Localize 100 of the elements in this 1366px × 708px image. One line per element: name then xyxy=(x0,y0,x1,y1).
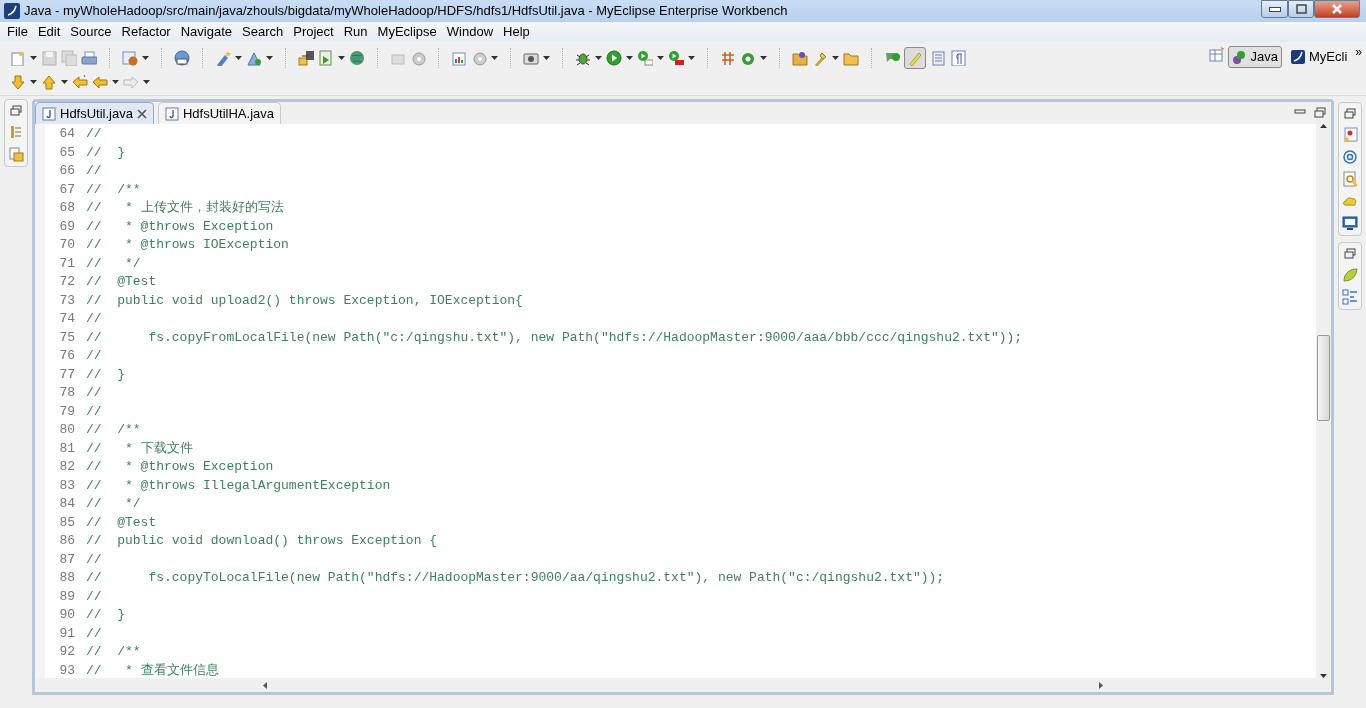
restore-icon[interactable] xyxy=(1343,247,1357,261)
scroll-left-icon[interactable] xyxy=(263,681,267,689)
restore-icon[interactable] xyxy=(9,104,23,118)
code-line: // xyxy=(85,162,102,180)
maximize-button[interactable] xyxy=(1288,0,1314,18)
caret-icon[interactable] xyxy=(143,80,150,84)
caret-icon[interactable] xyxy=(626,56,633,60)
perspective-button[interactable]: MyEcli xyxy=(1286,46,1352,68)
close-icon[interactable] xyxy=(136,108,147,119)
code-line: // * 查看文件信息 xyxy=(85,661,219,678)
open-perspective-icon[interactable] xyxy=(1207,46,1224,62)
line-number: 71 xyxy=(58,254,76,273)
menu-item[interactable]: Project xyxy=(288,23,339,41)
highlight-icon xyxy=(907,50,923,66)
run-stop-icon[interactable] xyxy=(668,50,684,66)
caret-icon[interactable] xyxy=(657,56,664,60)
folder-icon[interactable] xyxy=(792,50,808,66)
chart-icon[interactable] xyxy=(451,50,467,66)
menu-item[interactable]: File xyxy=(2,23,33,41)
line-number: 85 xyxy=(58,513,76,532)
horizontal-scrollbar[interactable] xyxy=(35,678,1331,692)
code-line: // fs.copyToLocalFile(new Path("hdfs://HadoopMaster:9000/aa/qingshu2.txt"), new Path("c:/qingshu2.txt")); xyxy=(85,569,945,587)
run-icon[interactable] xyxy=(606,50,622,66)
globe-icon[interactable] xyxy=(349,50,365,66)
problems-icon[interactable] xyxy=(1342,127,1358,143)
scroll-right-icon[interactable] xyxy=(1099,681,1103,689)
line-number: 75 xyxy=(58,328,76,347)
package-icon[interactable] xyxy=(8,146,24,162)
perspective-button[interactable]: Java xyxy=(1227,46,1283,68)
line-number: 68 xyxy=(58,199,76,217)
console-icon[interactable] xyxy=(1342,215,1358,231)
bug-icon[interactable] xyxy=(575,50,591,66)
scroll-thumb[interactable] xyxy=(1317,335,1330,421)
line-number: 76 xyxy=(58,347,76,365)
code-line: // * 上传文件，封装好的写法 xyxy=(85,199,284,217)
highlight-toggle[interactable] xyxy=(904,47,926,69)
code-line: // /** xyxy=(85,643,141,661)
menu-item[interactable]: Window xyxy=(441,23,499,41)
menu-item[interactable]: Run xyxy=(338,23,373,41)
code-line: // xyxy=(85,402,102,421)
code-line: // /** xyxy=(85,180,141,199)
caret-icon[interactable] xyxy=(142,56,149,60)
caret-icon[interactable] xyxy=(266,56,273,60)
caret-icon[interactable] xyxy=(688,56,695,60)
editor-tab[interactable]: HdfsUtilHA.java xyxy=(157,102,281,124)
caret-icon[interactable] xyxy=(760,56,767,60)
overflow-button[interactable]: » xyxy=(1355,46,1362,58)
menu-item[interactable]: Navigate xyxy=(175,23,237,41)
caret-icon[interactable] xyxy=(338,56,345,60)
menu-item[interactable]: Help xyxy=(498,23,535,41)
line-number: 92 xyxy=(58,643,76,661)
code-line: // * @throws Exception xyxy=(85,217,274,236)
restore-icon[interactable] xyxy=(1343,107,1357,121)
caret-icon[interactable] xyxy=(832,56,839,60)
line-number: 83 xyxy=(58,476,76,495)
menu-item[interactable]: Source xyxy=(65,23,117,41)
minimize-icon[interactable] xyxy=(1293,106,1307,116)
caret-icon[interactable] xyxy=(543,56,550,60)
camera-icon[interactable] xyxy=(523,50,539,66)
caret-icon[interactable] xyxy=(61,80,68,84)
code-line: // } xyxy=(85,606,125,624)
menu-item[interactable]: MyEclipse xyxy=(372,23,442,41)
restore-icon[interactable] xyxy=(1313,106,1327,118)
code-line: // xyxy=(85,550,102,569)
code-line: // public void upload2() throws Exception, IOException{ xyxy=(85,291,523,310)
window-title: Java - myWholeHadoop/src/main/java/zhouls/bigdata/myWholeHadoop/HDFS/hdfs1/HdfsUtil.java - MyEclipse Enterprise Workbench xyxy=(24,2,788,21)
code-line: // @Test xyxy=(85,273,157,291)
back-edit-icon[interactable] xyxy=(72,74,88,90)
minimize-button[interactable] xyxy=(1261,0,1288,18)
caret-icon[interactable] xyxy=(30,56,37,60)
caret-icon[interactable] xyxy=(30,80,37,84)
caret-icon[interactable] xyxy=(491,56,498,60)
line-number: 72 xyxy=(58,273,76,291)
editor-tab[interactable]: HdfsUtil.java xyxy=(35,102,154,124)
back-icon[interactable] xyxy=(92,74,108,90)
line-number: 66 xyxy=(58,162,76,180)
search-icon[interactable] xyxy=(1342,171,1358,187)
code-line: // xyxy=(85,587,102,606)
close-button[interactable] xyxy=(1314,0,1360,18)
caret-icon[interactable] xyxy=(595,56,602,60)
line-number: 90 xyxy=(58,606,76,624)
code-line: // * 下载文件 xyxy=(85,439,193,458)
menu-item[interactable]: Refactor xyxy=(116,23,176,41)
pilcrow-icon[interactable] xyxy=(950,50,966,66)
line-number: 65 xyxy=(58,143,76,162)
code-line: // */ xyxy=(85,254,141,273)
outline-icon[interactable] xyxy=(1342,289,1358,305)
leaf-icon[interactable] xyxy=(1342,267,1358,283)
caret-icon[interactable] xyxy=(112,80,119,84)
line-number: 82 xyxy=(58,458,76,476)
code-line: // xyxy=(85,310,102,328)
hierarchy-icon[interactable] xyxy=(8,124,24,140)
line-number: 67 xyxy=(58,180,76,199)
caret-icon[interactable] xyxy=(235,56,242,60)
menu-item[interactable]: Search xyxy=(237,23,289,41)
line-number: 74 xyxy=(58,310,76,328)
menu-item[interactable]: Edit xyxy=(32,23,66,41)
print-icon[interactable] xyxy=(81,50,97,66)
code-line: // fs.copyFromLocalFile(new Path("c:/qingshu.txt"), new Path("hdfs://HadoopMaster:9000/aaa/bbb/ccc/qingshu2.txt")); xyxy=(85,328,1023,347)
grid-icon[interactable] xyxy=(720,50,736,66)
